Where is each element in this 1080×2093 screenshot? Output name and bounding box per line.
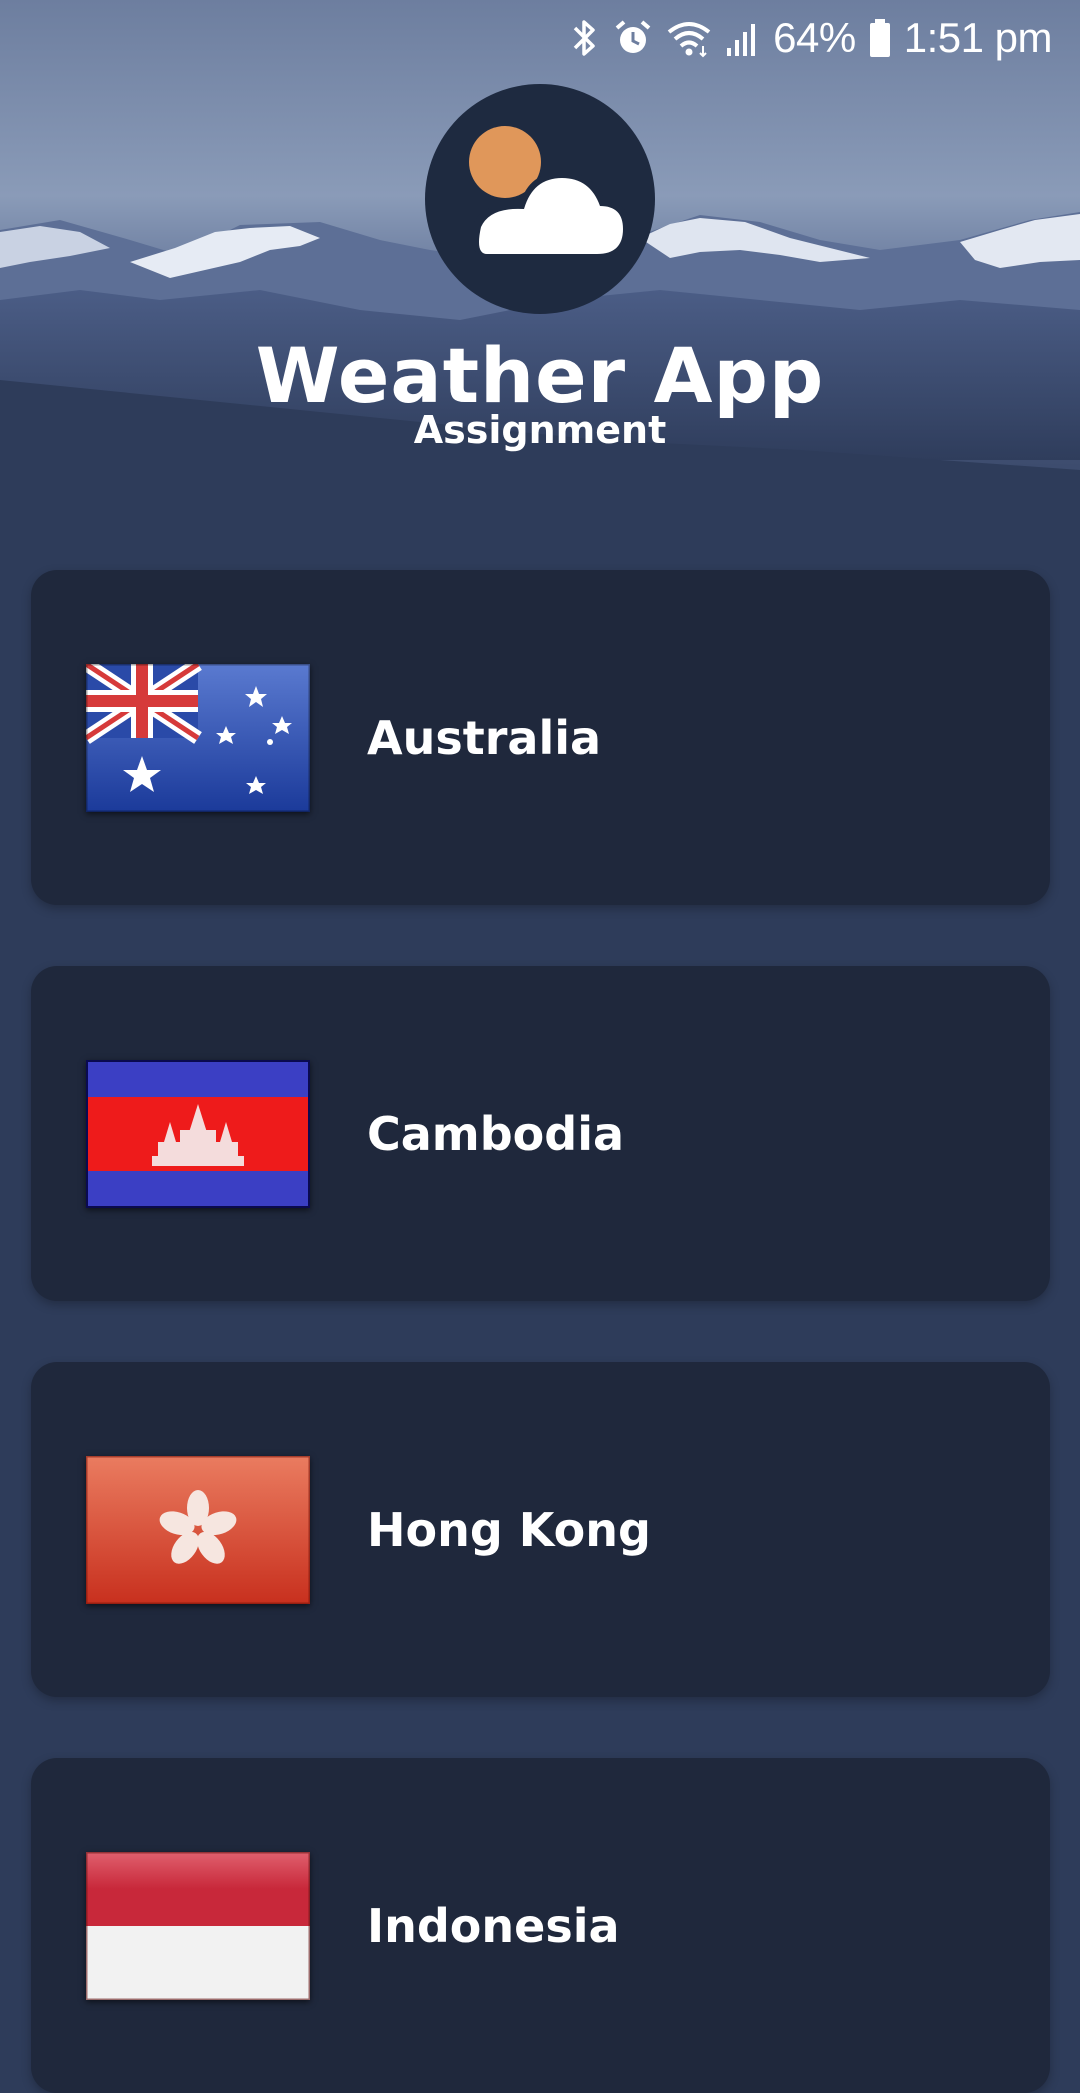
app-subtitle: Assignment [413, 408, 667, 452]
app-logo [425, 84, 655, 314]
app-title: Weather App [255, 331, 825, 420]
country-name: Hong Kong [367, 1503, 651, 1557]
country-name: Indonesia [367, 1899, 620, 1953]
status-icons: 64% 1:51 pm [569, 12, 1053, 64]
country-card-cambodia[interactable]: Cambodia [31, 966, 1050, 1301]
sun-cloud-icon [425, 84, 655, 314]
country-card-hong-kong[interactable]: Hong Kong [31, 1362, 1050, 1697]
wifi-icon [665, 18, 713, 58]
cambodia-flag-icon [86, 1060, 310, 1208]
battery-icon [868, 17, 892, 59]
bluetooth-icon [569, 18, 601, 58]
clock-time: 1:51 pm [903, 14, 1053, 61]
country-name: Australia [367, 711, 602, 765]
hong-kong-flag-icon [86, 1456, 310, 1604]
indonesia-flag-icon [86, 1852, 310, 2000]
signal-icon [725, 18, 761, 58]
country-card-indonesia[interactable]: Indonesia [31, 1758, 1050, 2093]
australia-flag-icon [86, 664, 310, 812]
status-bar: 64% 1:51 pm [0, 0, 1080, 76]
country-card-australia[interactable]: Australia [31, 570, 1050, 905]
alarm-icon [613, 18, 653, 58]
battery-percentage: 64% [773, 14, 856, 61]
country-name: Cambodia [367, 1107, 624, 1161]
